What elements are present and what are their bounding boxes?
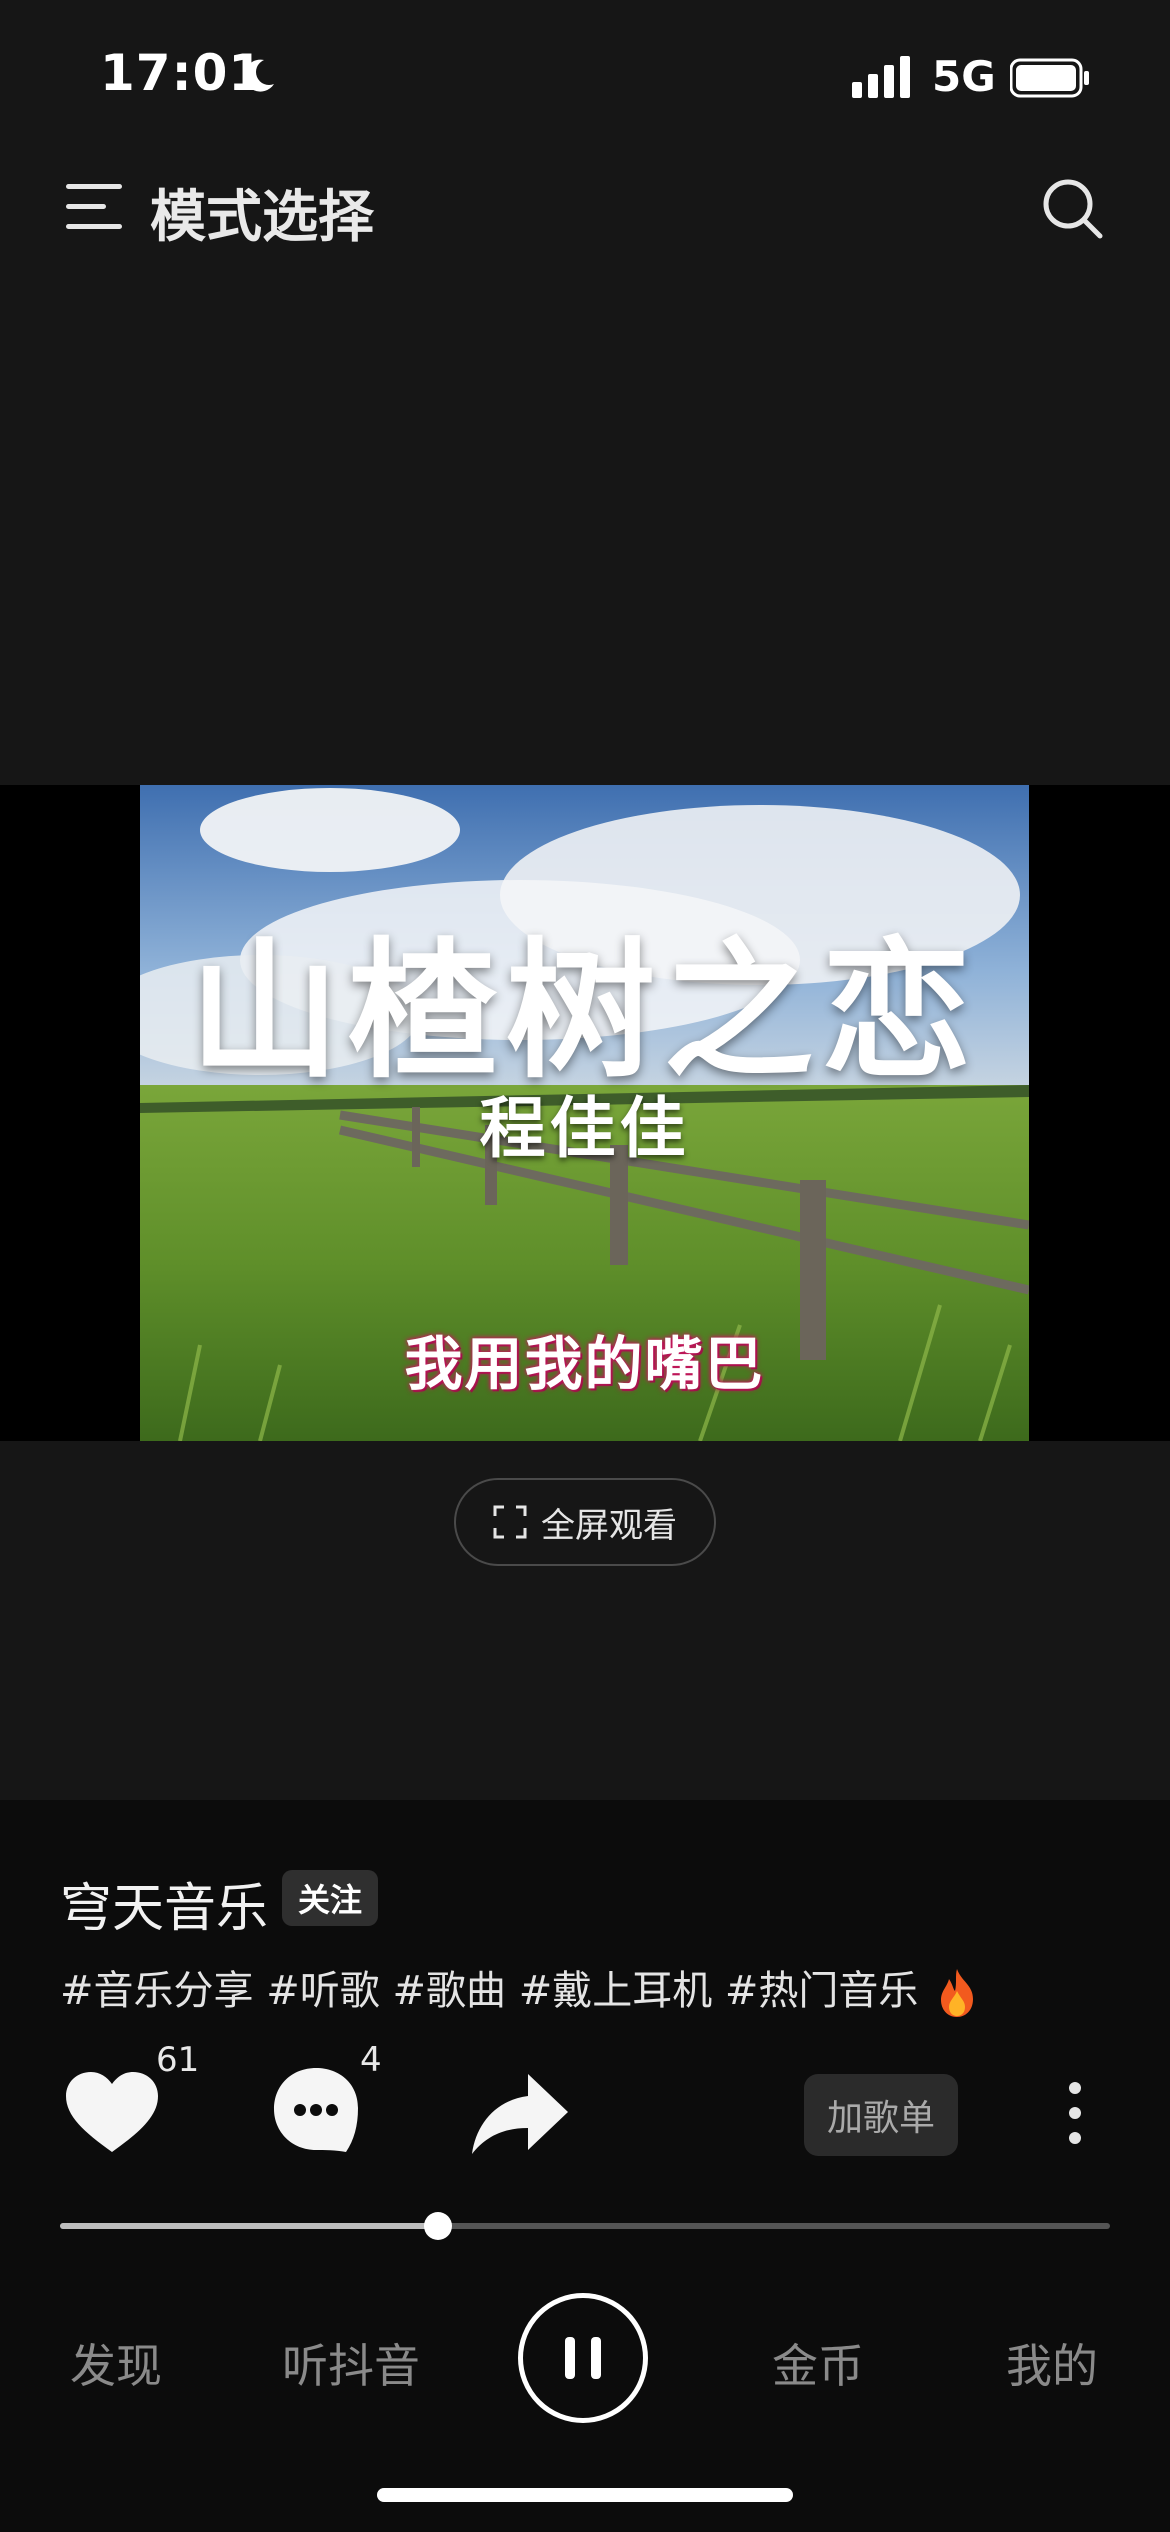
add-to-playlist-button[interactable]: 加歌单 [804, 2074, 958, 2156]
video-lyric: 我用我的嘴巴 [404, 1330, 765, 1398]
battery-icon [1010, 58, 1089, 98]
more-options-icon[interactable] [1060, 2080, 1090, 2146]
nav-listen[interactable]: 听抖音 [282, 2330, 420, 2396]
network-type: 5G [932, 52, 996, 101]
video-player[interactable]: 山楂树之恋 程佳佳 我用我的嘴巴 [140, 785, 1029, 1441]
nav-discover[interactable]: 发现 [70, 2330, 162, 2396]
hashtags[interactable]: #音乐分享 #听歌 #歌曲 #戴上耳机 #热门音乐 [60, 1958, 979, 2019]
fire-icon [941, 1969, 974, 2017]
fullscreen-icon [493, 1505, 527, 1539]
fullscreen-button[interactable]: 全屏观看 [454, 1478, 716, 1566]
home-indicator[interactable] [377, 2488, 793, 2502]
comment-count: 4 [360, 2040, 382, 2080]
page-title[interactable]: 模式选择 [150, 172, 374, 253]
comment-icon[interactable] [270, 2064, 362, 2156]
menu-icon[interactable] [66, 182, 122, 232]
play-pause-button[interactable] [518, 2293, 648, 2423]
pause-icon-bar-right [591, 2337, 601, 2379]
progress-fill [60, 2223, 438, 2229]
author-name[interactable]: 穹天音乐 [60, 1866, 268, 1941]
video-artist: 程佳佳 [479, 1089, 690, 1167]
share-arrow-icon[interactable] [470, 2070, 570, 2156]
follow-button[interactable]: 关注 [282, 1870, 378, 1926]
nav-coins[interactable]: 金币 [772, 2330, 864, 2396]
pause-icon-bar-left [565, 2337, 575, 2379]
progress-knob[interactable] [424, 2212, 452, 2240]
fullscreen-label: 全屏观看 [541, 1505, 677, 1546]
nav-mine[interactable]: 我的 [1006, 2330, 1098, 2396]
search-icon[interactable] [1040, 176, 1104, 240]
moon-icon [244, 59, 274, 92]
like-heart-icon[interactable] [64, 2070, 160, 2156]
hashtag-text[interactable]: #音乐分享 #听歌 #歌曲 #戴上耳机 #热门音乐 [60, 1968, 918, 2014]
like-count: 61 [156, 2040, 200, 2080]
signal-icon [852, 56, 910, 98]
